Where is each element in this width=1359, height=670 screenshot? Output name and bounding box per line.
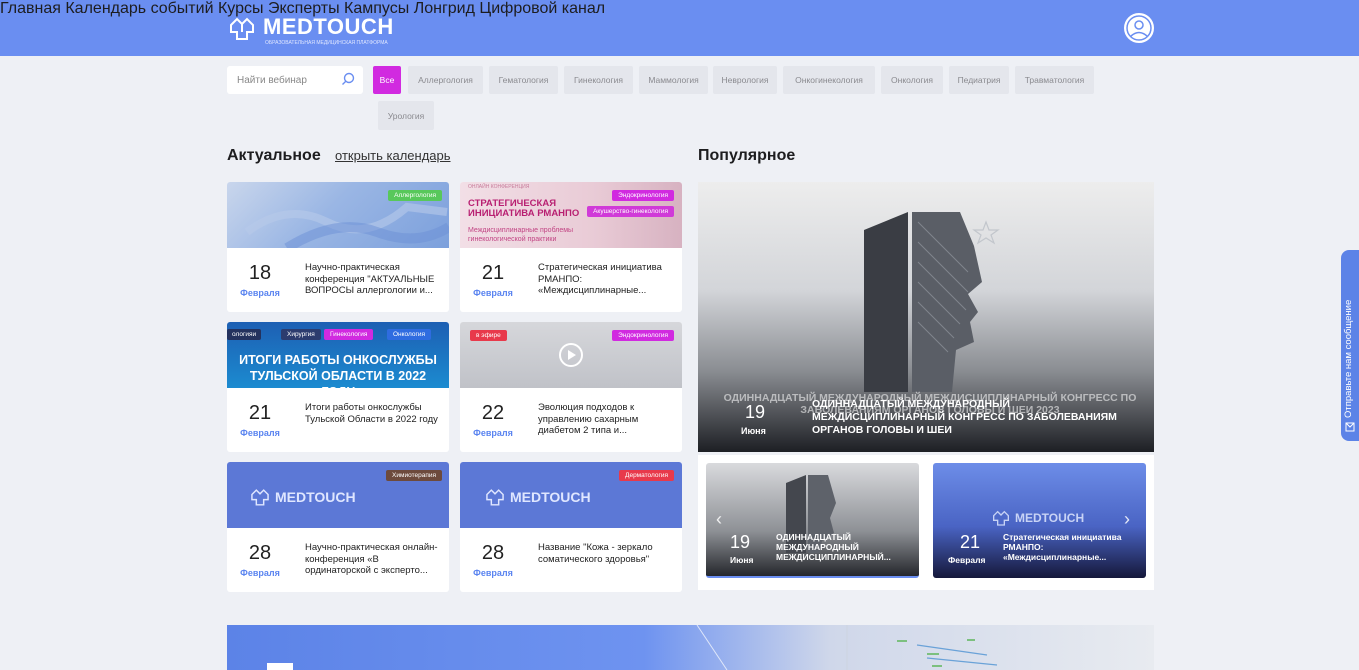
event-title: Научно-практическая конференция "АКТУАЛЬ…	[305, 262, 435, 296]
event-month: Февраля	[240, 568, 280, 578]
search-input[interactable]: Найти вебинар	[227, 66, 363, 94]
event-card[interactable]: ологияи Хирургия Гинекология Онкология И…	[227, 322, 449, 452]
promo-banner[interactable]	[227, 625, 1154, 670]
event-card[interactable]: Дерматология MEDTOUCH 28 Февраля Названи…	[460, 462, 682, 592]
chip-all[interactable]: Все	[373, 66, 401, 94]
thumb-headline: СТРАТЕГИЧЕСКАЯ ИНИЦИАТИВА РМАНПО	[468, 198, 580, 219]
tag-partial: ологияи	[227, 329, 262, 340]
tag-endocrinology: Эндокринология	[612, 190, 674, 201]
banner-shape	[267, 663, 293, 670]
play-icon[interactable]	[558, 342, 584, 368]
open-calendar-link[interactable]: открыть календарь	[335, 148, 451, 163]
event-title: Итоги работы онкослужбы Тульской Области…	[305, 402, 438, 425]
event-card[interactable]: ОНЛАЙН КОНФЕРЕНЦИЯ СТРАТЕГИЧЕСКАЯ ИНИЦИА…	[460, 182, 682, 312]
tag-chemotherapy: Химиотерапия	[386, 470, 442, 481]
popular-month: Июня	[741, 426, 766, 436]
event-thumbnail: ологияи Хирургия Гинекология Онкология И…	[227, 322, 449, 388]
chip-neurology[interactable]: Неврология	[713, 66, 777, 94]
thumb-headline: ИТОГИ РАБОТЫ ОНКОСЛУЖБЫ ТУЛЬСКОЙ ОБЛАСТИ…	[239, 353, 437, 388]
logo-mark-icon	[230, 17, 254, 40]
event-month: Февраля	[473, 288, 513, 298]
thumb-top-text: ОНЛАЙН КОНФЕРЕНЦИЯ	[468, 184, 530, 190]
event-month: Февраля	[473, 428, 513, 438]
popular-day: 19	[745, 402, 766, 422]
thumb-logo-text: MEDTOUCH	[275, 489, 356, 505]
carousel-title: ОДИННАДЦАТЫЙ МЕЖДУНАРОДНЫЙ МЕЖДИСЦИПЛИНА…	[776, 532, 891, 562]
event-thumbnail: Аллергология	[227, 182, 449, 248]
tag-gynecology: Гинекология	[324, 329, 374, 340]
search-icon[interactable]	[341, 72, 355, 86]
event-month: Февраля	[240, 288, 280, 298]
chip-hematology[interactable]: Гематология	[489, 66, 558, 94]
chip-traumatology[interactable]: Травматология	[1015, 66, 1094, 94]
top-navbar: MEDTOUCH ОБРАЗОВАТЕЛЬНАЯ МЕДИЦИНСКАЯ ПЛА…	[0, 0, 1359, 56]
nav-calendar[interactable]: Календарь событий	[65, 0, 213, 17]
carousel-month: Июня	[730, 555, 754, 565]
chip-urology[interactable]: Урология	[378, 101, 434, 130]
actual-title: Актуальное	[227, 147, 321, 164]
popular-title: Популярное	[698, 147, 796, 164]
carousel-day: 19	[730, 532, 751, 552]
event-day: 18	[248, 262, 272, 284]
event-thumbnail: Химиотерапия MEDTOUCH	[227, 462, 449, 528]
event-day: 28	[248, 542, 272, 564]
tag-obstetrics: Акушерство-гинекология	[587, 206, 674, 217]
event-card[interactable]: Химиотерапия MEDTOUCH 28 Февраля Научно-…	[227, 462, 449, 592]
user-avatar-icon[interactable]	[1124, 13, 1154, 43]
event-title: Стратегическая инициатива РМАНПО: «Межди…	[538, 262, 662, 296]
event-title: Название "Кожа - зеркало соматического з…	[538, 542, 653, 565]
carousel-prev-icon[interactable]: ‹	[716, 509, 722, 530]
chip-oncology[interactable]: Онкология	[881, 66, 943, 94]
carousel-title: Стратегическая инициатива РМАНПО: «Межди…	[1003, 532, 1122, 562]
carousel-day: 21	[960, 532, 981, 552]
logo-text: MEDTOUCH	[263, 14, 394, 39]
carousel-logo-text: MEDTOUCH	[1015, 511, 1085, 525]
thumb-logo-text: MEDTOUCH	[510, 489, 591, 505]
event-card[interactable]: Аллергология 18 Февраля Научно-практичес…	[227, 182, 449, 312]
event-day: 21	[248, 402, 272, 424]
event-day: 21	[481, 262, 505, 284]
event-title: Научно-практическая онлайн-конференция «…	[305, 542, 438, 576]
search-placeholder: Найти вебинар	[237, 74, 307, 86]
event-month: Февраля	[473, 568, 513, 578]
tag-oncology: Онкология	[387, 329, 432, 340]
thumb-subtext: Междисциплинарные проблемы гинекологичес…	[468, 227, 574, 243]
nav-digital-channel[interactable]: Цифровой канал	[479, 0, 605, 17]
chip-mammology[interactable]: Маммология	[639, 66, 708, 94]
tag-endocrinology: Эндокринология	[612, 330, 674, 341]
carousel-next-icon[interactable]: ›	[1124, 509, 1130, 530]
chip-pediatrics[interactable]: Педиатрия	[949, 66, 1009, 94]
tag-live: в эфире	[470, 330, 507, 341]
logo[interactable]: MEDTOUCH	[227, 12, 394, 42]
logo-subtitle: ОБРАЗОВАТЕЛЬНАЯ МЕДИЦИНСКАЯ ПЛАТФОРМА	[265, 40, 388, 46]
event-thumbnail: в эфире Эндокринология	[460, 322, 682, 388]
feedback-tab[interactable]: Отправьте нам сообщение	[1341, 250, 1359, 441]
carousel-month: Февраля	[948, 555, 986, 565]
chip-gynecology[interactable]: Гинекология	[564, 66, 633, 94]
tag-surgery: Хирургия	[281, 329, 321, 340]
event-card[interactable]: в эфире Эндокринология 22 Февраля Эволюц…	[460, 322, 682, 452]
nav-home[interactable]: Главная	[0, 0, 61, 17]
nav-longread[interactable]: Лонгрид	[414, 0, 475, 17]
logo-mark-icon	[486, 489, 504, 506]
tag-dermatology: Дерматология	[619, 470, 674, 481]
event-thumbnail: Дерматология MEDTOUCH	[460, 462, 682, 528]
mail-icon	[1345, 422, 1355, 432]
event-thumbnail: ОНЛАЙН КОНФЕРЕНЦИЯ СТРАТЕГИЧЕСКАЯ ИНИЦИА…	[460, 182, 682, 248]
event-month: Февраля	[240, 428, 280, 438]
logo-mark-icon	[251, 489, 269, 506]
event-title: Эволюция подходов к управлению сахарным …	[538, 402, 639, 436]
event-day: 28	[481, 542, 505, 564]
tag-allergology: Аллергология	[388, 190, 442, 201]
event-day: 22	[481, 402, 505, 424]
chip-allergology[interactable]: Аллергология	[408, 66, 483, 94]
logo-mark-icon	[993, 510, 1009, 526]
popular-title-text: ОДИННАДЦАТЫЙ МЕЖДУНАРОДНЫЙ МЕЖДИСЦИПЛИНА…	[812, 398, 1117, 436]
chip-oncogynecology[interactable]: Онкогинекология	[783, 66, 875, 94]
feedback-label: Отправьте нам сообщение	[1343, 299, 1354, 418]
banner-illustration	[696, 625, 998, 670]
